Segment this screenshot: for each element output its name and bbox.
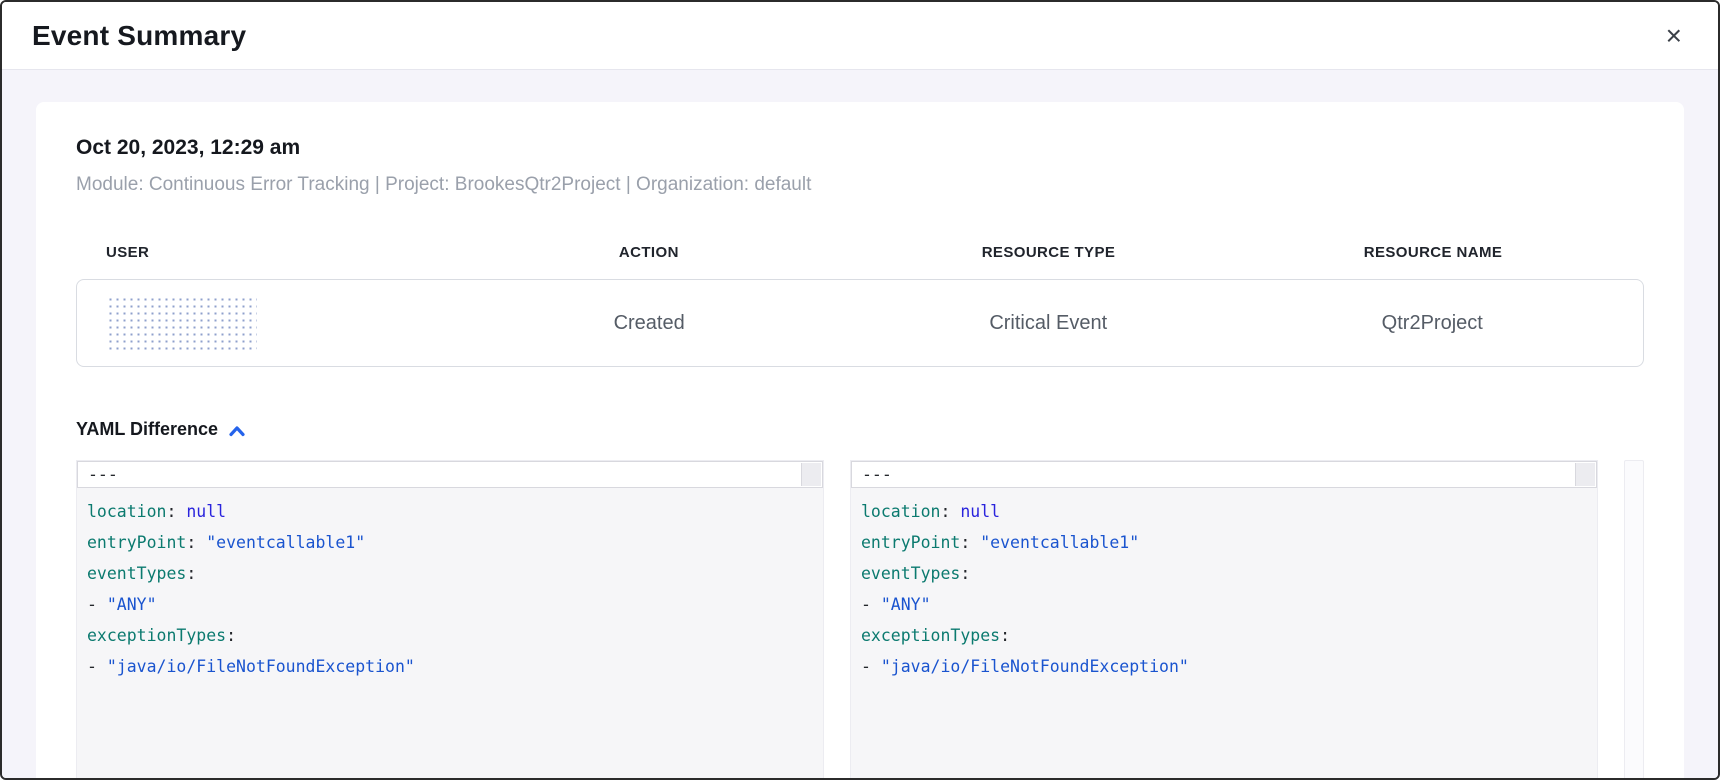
page-title: Event Summary (32, 20, 246, 52)
yaml-left-topline: --- (77, 461, 823, 488)
horizontal-scrollbar-thumb[interactable] (1575, 463, 1595, 486)
event-card: Oct 20, 2023, 12:29 am Module: Continuou… (36, 102, 1684, 778)
yaml-left-code: location: nullentryPoint: "eventcallable… (77, 488, 823, 692)
code-line: - "ANY" (861, 589, 1587, 620)
column-header-resource-type: RESOURCE TYPE (845, 244, 1252, 261)
yaml-document-separator: --- (862, 465, 892, 484)
modal-header: Event Summary × (2, 2, 1718, 70)
redacted-user-avatar (107, 296, 257, 350)
column-header-user: USER (106, 244, 453, 261)
yaml-document-separator: --- (88, 465, 118, 484)
table-row: Created Critical Event Qtr2Project (76, 279, 1644, 367)
vertical-scrollbar[interactable] (1624, 460, 1644, 778)
yaml-panel-left: --- location: nullentryPoint: "eventcall… (76, 460, 824, 778)
yaml-difference-toggle[interactable]: YAML Difference (76, 419, 246, 440)
table-header-row: USER ACTION RESOURCE TYPE RESOURCE NAME (76, 244, 1644, 261)
code-line: eventTypes: (87, 558, 813, 589)
yaml-right-topline: --- (851, 461, 1597, 488)
event-summary-modal: Event Summary × Oct 20, 2023, 12:29 am M… (0, 0, 1720, 780)
chevron-up-icon (228, 424, 246, 438)
code-line: entryPoint: "eventcallable1" (87, 527, 813, 558)
yaml-right-code: location: nullentryPoint: "eventcallable… (851, 488, 1597, 692)
yaml-diff-container: --- location: nullentryPoint: "eventcall… (76, 460, 1644, 778)
resource-type-cell: Critical Event (845, 312, 1252, 335)
close-button[interactable]: × (1660, 18, 1688, 54)
event-timestamp: Oct 20, 2023, 12:29 am (76, 136, 1644, 160)
modal-body: Oct 20, 2023, 12:29 am Module: Continuou… (2, 70, 1718, 778)
user-cell (107, 296, 453, 350)
resource-name-cell: Qtr2Project (1252, 312, 1613, 335)
code-line: - "java/io/FileNotFoundException" (861, 651, 1587, 682)
code-line: location: null (861, 496, 1587, 527)
event-meta: Module: Continuous Error Tracking | Proj… (76, 174, 1644, 196)
column-header-action: ACTION (453, 244, 845, 261)
code-line: exceptionTypes: (87, 620, 813, 651)
close-icon: × (1666, 20, 1682, 51)
horizontal-scrollbar-thumb[interactable] (801, 463, 821, 486)
yaml-difference-label: YAML Difference (76, 419, 218, 440)
code-line: location: null (87, 496, 813, 527)
yaml-panel-right: --- location: nullentryPoint: "eventcall… (850, 460, 1598, 778)
column-header-resource-name: RESOURCE NAME (1252, 244, 1614, 261)
action-cell: Created (453, 312, 845, 335)
code-line: entryPoint: "eventcallable1" (861, 527, 1587, 558)
code-line: exceptionTypes: (861, 620, 1587, 651)
code-line: eventTypes: (861, 558, 1587, 589)
code-line: - "ANY" (87, 589, 813, 620)
code-line: - "java/io/FileNotFoundException" (87, 651, 813, 682)
